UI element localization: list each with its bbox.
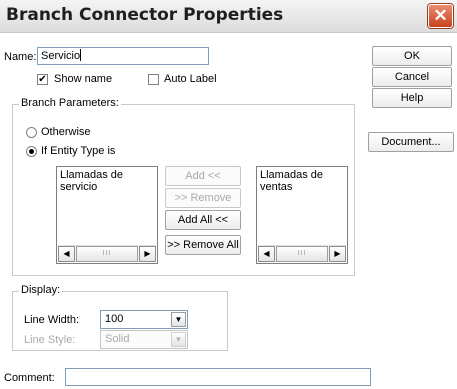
scroll-right-button[interactable]: ▶ bbox=[329, 246, 346, 262]
arrow-right-icon: ▶ bbox=[144, 249, 151, 258]
arrow-left-icon: ◀ bbox=[63, 249, 70, 258]
line-style-label: Line Style: bbox=[24, 334, 76, 346]
arrow-right-icon: ▶ bbox=[334, 249, 341, 258]
add-all-button[interactable]: Add All << bbox=[165, 210, 241, 230]
show-name-label: Show name bbox=[54, 73, 113, 85]
help-button[interactable]: Help bbox=[372, 88, 452, 108]
chevron-down-icon[interactable]: ▼ bbox=[171, 332, 186, 347]
remove-button[interactable]: >> Remove bbox=[165, 188, 241, 208]
title-bar: Branch Connector Properties ✕ bbox=[0, 0, 457, 33]
comment-label: Comment: bbox=[4, 372, 55, 384]
name-input-value: Servicio bbox=[41, 50, 81, 62]
document-button[interactable]: Document... bbox=[368, 132, 454, 152]
text-caret bbox=[80, 49, 82, 61]
scroll-thumb[interactable]: III bbox=[76, 246, 138, 262]
if-entity-type-radio[interactable] bbox=[26, 146, 37, 157]
arrow-left-icon: ◀ bbox=[263, 249, 270, 258]
close-button[interactable]: ✕ bbox=[428, 4, 453, 28]
show-name-checkbox[interactable]: ✔ bbox=[37, 74, 48, 85]
auto-label-label: Auto Label bbox=[164, 73, 217, 85]
cancel-button[interactable]: Cancel bbox=[372, 67, 452, 87]
selected-entities-list[interactable]: Llamadas de ventas ◀ III ▶ bbox=[256, 166, 348, 264]
name-input[interactable]: Servicio bbox=[37, 47, 209, 65]
auto-label-checkbox[interactable] bbox=[148, 74, 159, 85]
line-style-value: Solid bbox=[105, 333, 130, 345]
scroll-left-button[interactable]: ◀ bbox=[58, 246, 75, 262]
otherwise-radio[interactable] bbox=[26, 127, 37, 138]
ok-button[interactable]: OK bbox=[372, 46, 452, 66]
scroll-left-button[interactable]: ◀ bbox=[258, 246, 275, 262]
if-entity-type-label: If Entity Type is bbox=[41, 145, 116, 157]
checkmark-icon: ✔ bbox=[38, 74, 47, 85]
selected-list-scrollbar[interactable]: ◀ III ▶ bbox=[258, 245, 346, 262]
line-width-label: Line Width: bbox=[24, 314, 80, 326]
name-label: Name: bbox=[4, 51, 37, 63]
close-icon: ✕ bbox=[433, 6, 448, 25]
otherwise-label: Otherwise bbox=[41, 126, 91, 138]
line-width-dropdown[interactable]: 100 ▼ bbox=[100, 310, 188, 329]
display-legend: Display: bbox=[19, 284, 63, 296]
window-title: Branch Connector Properties bbox=[6, 5, 284, 25]
comment-input[interactable] bbox=[65, 368, 371, 386]
scroll-right-button[interactable]: ▶ bbox=[139, 246, 156, 262]
branch-parameters-legend: Branch Parameters: bbox=[19, 97, 121, 109]
list-item[interactable]: Llamadas de ventas bbox=[260, 169, 347, 193]
available-list-scrollbar[interactable]: ◀ III ▶ bbox=[58, 245, 156, 262]
remove-all-button[interactable]: >> Remove All bbox=[165, 235, 241, 255]
line-style-dropdown[interactable]: Solid ▼ bbox=[100, 330, 188, 349]
available-entities-list[interactable]: Llamadas de servicio ◀ III ▶ bbox=[56, 166, 158, 264]
list-item[interactable]: Llamadas de servicio bbox=[60, 169, 157, 193]
chevron-down-icon[interactable]: ▼ bbox=[171, 312, 186, 327]
add-button[interactable]: Add << bbox=[165, 166, 241, 186]
scroll-thumb[interactable]: III bbox=[276, 246, 328, 262]
dialog-body: Name: Servicio ✔ Show name Auto Label OK… bbox=[0, 34, 457, 389]
line-width-value: 100 bbox=[105, 313, 124, 325]
